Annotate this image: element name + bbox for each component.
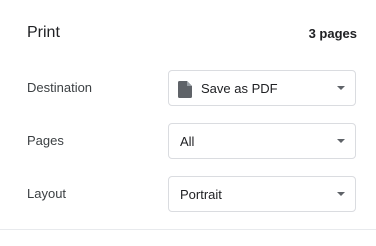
pages-row: Pages All [0, 123, 376, 159]
layout-row: Layout Portrait [0, 176, 376, 212]
destination-value: Save as PDF [201, 81, 278, 96]
pages-value: All [180, 134, 195, 149]
destination-row: Destination Save as PDF [0, 70, 376, 106]
destination-select[interactable]: Save as PDF [168, 70, 356, 106]
print-header: Print 3 pages [0, 0, 376, 66]
pages-label: Pages [27, 133, 64, 148]
chevron-down-icon [337, 139, 345, 143]
pages-select[interactable]: All [168, 123, 356, 159]
page-count: 3 pages [308, 26, 357, 41]
section-divider [0, 229, 376, 230]
chevron-down-icon [337, 86, 345, 90]
layout-select[interactable]: Portrait [168, 176, 356, 212]
chevron-down-icon [337, 192, 345, 196]
print-settings-panel: Print 3 pages Destination Save as PDF Pa… [0, 0, 376, 246]
destination-label: Destination [27, 80, 93, 95]
file-icon [178, 81, 192, 98]
page-title: Print [27, 24, 60, 41]
layout-value: Portrait [180, 187, 222, 202]
layout-label: Layout [27, 186, 67, 201]
